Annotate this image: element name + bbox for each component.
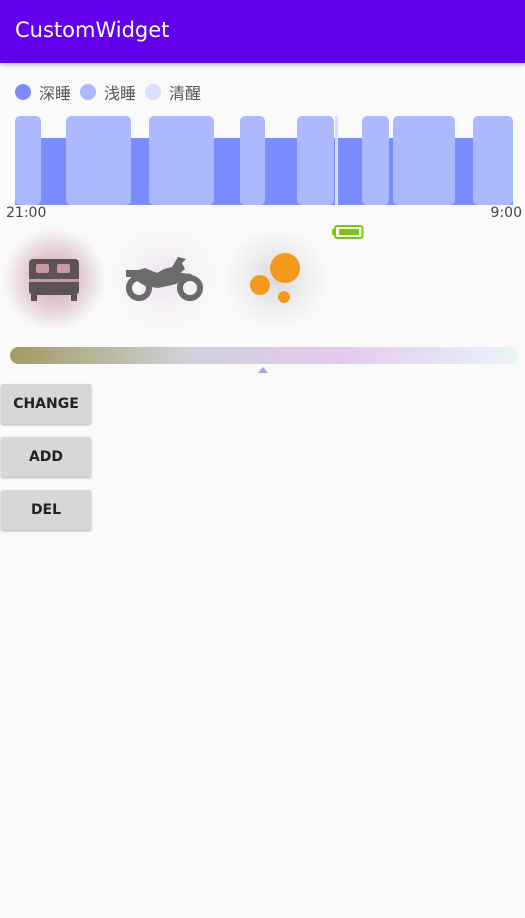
end-time-label: 9:00 xyxy=(490,205,522,221)
light-sleep-bar xyxy=(15,116,41,205)
start-time-label: 21:00 xyxy=(6,205,47,221)
light-sleep-bar xyxy=(240,116,265,205)
bed-icon-circle[interactable] xyxy=(2,227,106,331)
change-button[interactable]: CHANGE xyxy=(1,384,91,424)
del-button[interactable]: DEL xyxy=(1,490,91,530)
battery-icon xyxy=(332,225,364,239)
light-sleep-bar xyxy=(473,116,513,205)
light-sleep-bar xyxy=(297,116,334,205)
sleep-bars xyxy=(15,116,513,205)
light-sleep-bar xyxy=(362,116,389,205)
gradient-seek-bar[interactable] xyxy=(10,347,518,364)
light-sleep-bar xyxy=(66,116,131,205)
awake-bar xyxy=(335,116,338,205)
add-button[interactable]: ADD xyxy=(1,437,91,477)
bubbles-icon xyxy=(250,253,300,303)
light-sleep-bar xyxy=(149,116,214,205)
bubbles-icon-circle[interactable] xyxy=(224,227,328,331)
bed-icon xyxy=(29,259,79,301)
motorcycle-icon-circle[interactable] xyxy=(112,227,216,331)
motorcycle-icon xyxy=(126,257,203,301)
seek-pointer-icon[interactable] xyxy=(258,367,268,373)
light-sleep-bar xyxy=(393,116,455,205)
